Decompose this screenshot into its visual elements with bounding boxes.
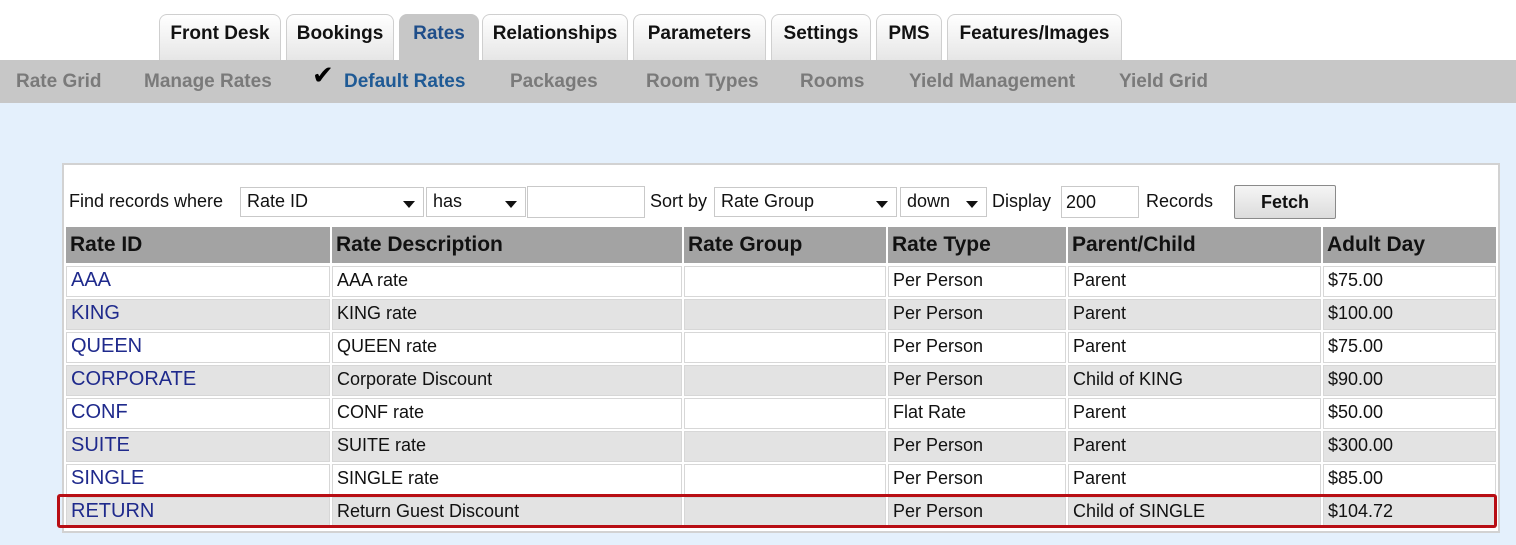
sub-nav-bar: Rate Grid Manage Rates Default Rates Pac… (0, 60, 1516, 103)
tab-front-desk[interactable]: Front Desk (159, 14, 281, 60)
table-cell: Per Person (888, 332, 1066, 363)
table-cell: SUITE rate (332, 431, 682, 462)
rate-id-link[interactable]: CORPORATE (66, 365, 330, 396)
rate-id-link[interactable]: AAA (66, 266, 330, 297)
table-cell: CONF rate (332, 398, 682, 429)
table-cell: Parent (1068, 332, 1321, 363)
rate-id-link[interactable]: RETURN (66, 497, 330, 528)
subnav-rooms[interactable]: Rooms (800, 60, 864, 103)
subnav-room-types[interactable]: Room Types (646, 60, 759, 103)
tab-relationships[interactable]: Relationships (482, 14, 628, 60)
sort-direction-value: down (907, 191, 951, 211)
tab-rates[interactable]: Rates (399, 14, 479, 60)
column-header-rate-description[interactable]: Rate Description (332, 227, 682, 263)
table-cell: $50.00 (1323, 398, 1496, 429)
chevron-down-icon (403, 201, 415, 208)
table-cell: $100.00 (1323, 299, 1496, 330)
table-cell: Per Person (888, 365, 1066, 396)
rate-id-link[interactable]: CONF (66, 398, 330, 429)
chevron-down-icon (876, 201, 888, 208)
find-records-label: Find records where (69, 191, 224, 211)
table-cell: $104.72 (1323, 497, 1496, 528)
chevron-down-icon (505, 201, 517, 208)
table-cell: Per Person (888, 431, 1066, 462)
field-select[interactable]: Rate ID (240, 187, 424, 217)
rate-id-link[interactable]: SUITE (66, 431, 330, 462)
records-label: Records (1146, 191, 1214, 211)
table-cell: $85.00 (1323, 464, 1496, 495)
sort-direction-select[interactable]: down (900, 187, 987, 217)
tab-features-images[interactable]: Features/Images (947, 14, 1122, 60)
subnav-yield-grid[interactable]: Yield Grid (1119, 60, 1208, 103)
rate-id-link[interactable]: SINGLE (66, 464, 330, 495)
table-cell (684, 365, 886, 396)
table-cell (684, 299, 886, 330)
column-header-rate-group[interactable]: Rate Group (684, 227, 886, 263)
subnav-packages[interactable]: Packages (510, 60, 598, 103)
table-cell: Parent (1068, 464, 1321, 495)
column-header-parent-child[interactable]: Parent/Child (1068, 227, 1321, 263)
table-cell: Parent (1068, 299, 1321, 330)
operator-select[interactable]: has (426, 187, 526, 217)
table-cell: Return Guest Discount (332, 497, 682, 528)
table-cell: Per Person (888, 497, 1066, 528)
subnav-manage-rates[interactable]: Manage Rates (144, 60, 272, 103)
tab-pms[interactable]: PMS (876, 14, 942, 60)
table-cell (684, 464, 886, 495)
tab-settings[interactable]: Settings (771, 14, 871, 60)
table-cell: Per Person (888, 464, 1066, 495)
table-cell (684, 398, 886, 429)
table-cell: Parent (1068, 266, 1321, 297)
table-cell (684, 266, 886, 297)
table-cell: Parent (1068, 398, 1321, 429)
tab-parameters[interactable]: Parameters (633, 14, 766, 60)
fetch-button[interactable]: Fetch (1234, 185, 1336, 219)
rate-id-link[interactable]: KING (66, 299, 330, 330)
table-cell: Per Person (888, 299, 1066, 330)
table-cell: KING rate (332, 299, 682, 330)
subnav-rate-grid[interactable]: Rate Grid (16, 60, 102, 103)
table-cell (684, 497, 886, 528)
table-cell: $75.00 (1323, 266, 1496, 297)
display-count-input[interactable] (1061, 186, 1139, 218)
checkmark-icon: ✔ (312, 60, 334, 90)
table-cell: Per Person (888, 266, 1066, 297)
table-cell: $90.00 (1323, 365, 1496, 396)
sort-field-value: Rate Group (721, 191, 815, 211)
table-cell: QUEEN rate (332, 332, 682, 363)
main-tab-bar: Front Desk Bookings Rates Relationships … (0, 0, 1516, 60)
sort-field-select[interactable]: Rate Group (714, 187, 897, 217)
chevron-down-icon (966, 201, 978, 208)
table-cell (684, 332, 886, 363)
table-cell: Child of SINGLE (1068, 497, 1321, 528)
table-cell: Corporate Discount (332, 365, 682, 396)
tab-bookings[interactable]: Bookings (286, 14, 394, 60)
column-header-rate-type[interactable]: Rate Type (888, 227, 1066, 263)
table-cell (684, 431, 886, 462)
display-label: Display (992, 191, 1052, 211)
operator-select-value: has (433, 191, 463, 211)
table-cell: SINGLE rate (332, 464, 682, 495)
table-cell: AAA rate (332, 266, 682, 297)
field-select-value: Rate ID (247, 191, 309, 211)
sort-by-label: Sort by (650, 191, 708, 211)
table-cell: $300.00 (1323, 431, 1496, 462)
subnav-yield-management[interactable]: Yield Management (909, 60, 1075, 103)
column-header-adult-day[interactable]: Adult Day (1323, 227, 1496, 263)
subnav-default-rates[interactable]: Default Rates (344, 60, 465, 103)
table-cell: Parent (1068, 431, 1321, 462)
column-header-rate-id[interactable]: Rate ID (66, 227, 330, 263)
search-value-input[interactable] (527, 186, 645, 218)
table-cell: Child of KING (1068, 365, 1321, 396)
table-cell: Flat Rate (888, 398, 1066, 429)
table-cell: $75.00 (1323, 332, 1496, 363)
rate-id-link[interactable]: QUEEN (66, 332, 330, 363)
